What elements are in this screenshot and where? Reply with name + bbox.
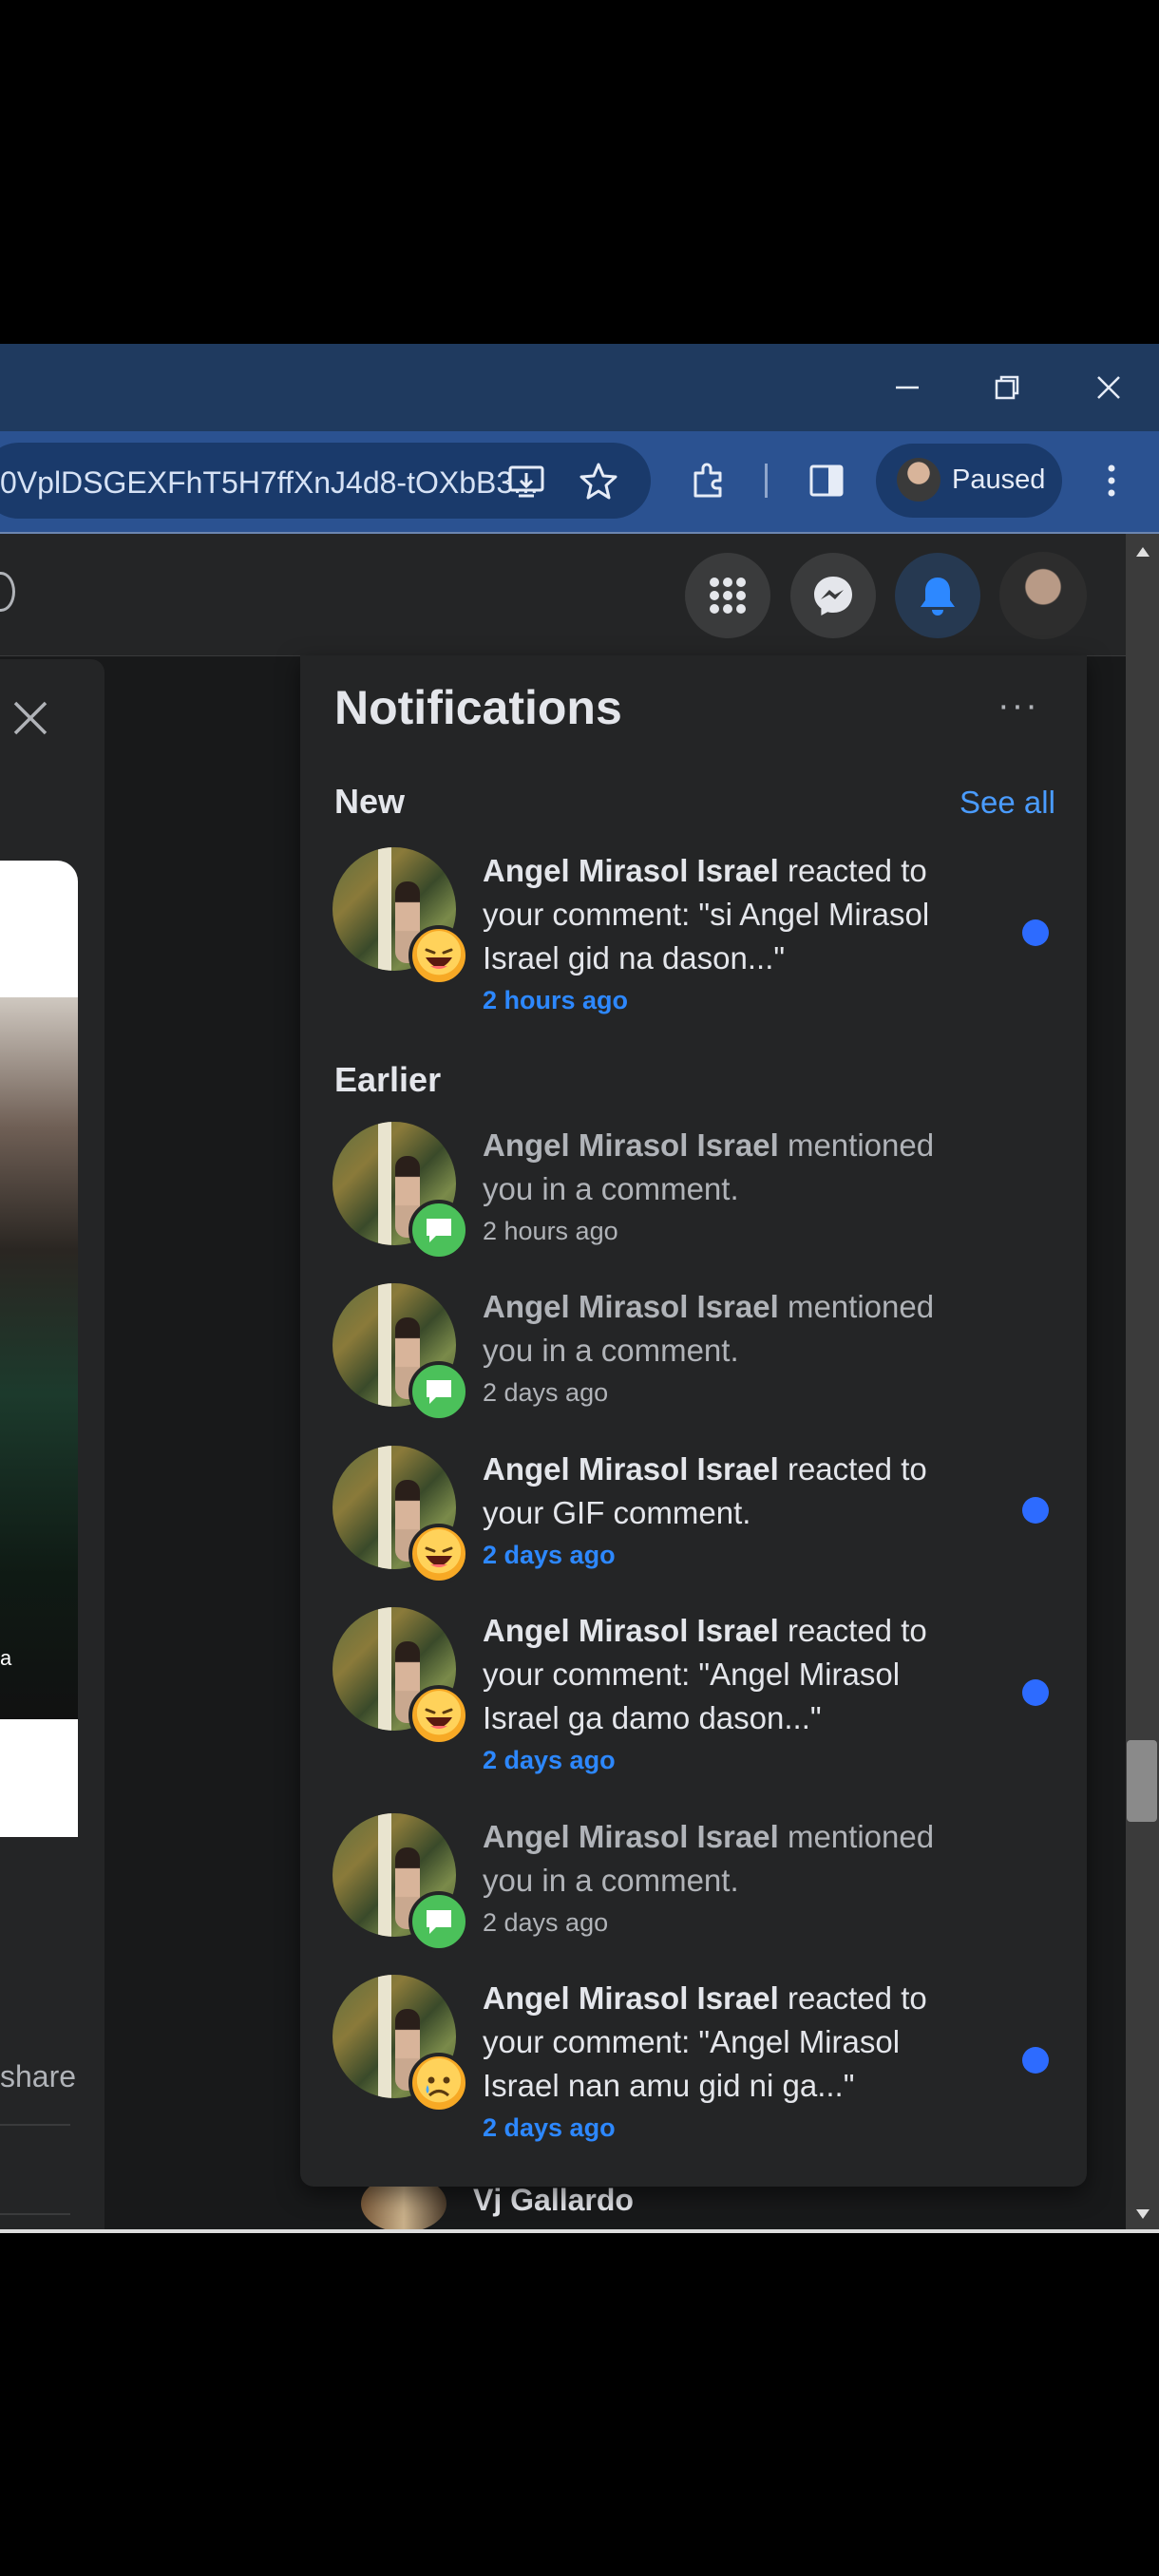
notification-text: Angel Mirasol Israel reacted to your com… [483, 1977, 977, 2148]
minimize-icon[interactable] [874, 344, 940, 431]
notification-text: Angel Mirasol Israel mentioned you in a … [483, 1124, 977, 1251]
notification-time: 2 hours ago [483, 986, 629, 1014]
contact-name[interactable]: Vj Gallardo [473, 2183, 634, 2218]
notification-time: 2 days ago [483, 1541, 616, 1569]
notification-item[interactable]: Angel Mirasol Israel mentioned you in a … [332, 1283, 1083, 1426]
notification-time: 2 days ago [483, 1746, 616, 1774]
search-icon[interactable] [0, 572, 15, 612]
notifications-button[interactable] [895, 553, 980, 638]
notification-item[interactable]: Angel Mirasol Israel reacted to your com… [332, 1607, 1083, 1788]
notification-actor: Angel Mirasol Israel [483, 1289, 779, 1324]
restore-icon[interactable] [974, 344, 1040, 431]
haha-reaction-icon [408, 1524, 469, 1584]
profile-status-label: Paused [952, 464, 1046, 495]
notification-item[interactable]: Angel Mirasol Israel reacted to your GIF… [332, 1446, 1083, 1588]
divider [0, 2124, 70, 2126]
notification-actor: Angel Mirasol Israel [483, 1451, 779, 1487]
notification-text: Angel Mirasol Israel reacted to your GIF… [483, 1448, 977, 1575]
close-window-icon[interactable] [1075, 344, 1142, 431]
bell-icon [921, 578, 955, 616]
notification-time: 2 days ago [483, 1908, 609, 1937]
url-text[interactable]: 0VplDSGEXFhT5H7ffXnJ4d8-tOXbB3... [0, 465, 539, 501]
notification-actor: Angel Mirasol Israel [483, 853, 779, 888]
install-app-icon[interactable] [505, 460, 547, 502]
profile-avatar [897, 458, 940, 502]
new-section-heading: New [334, 782, 406, 821]
unread-dot[interactable] [1022, 1497, 1049, 1524]
unread-dot[interactable] [1022, 2047, 1049, 2074]
notifications-title: Notifications [334, 681, 622, 734]
post-caption-fragment: a [0, 1646, 12, 1670]
notification-actor: Angel Mirasol Israel [483, 1613, 779, 1648]
notification-actor: Angel Mirasol Israel [483, 1980, 779, 2016]
page-scrollbar[interactable] [1126, 534, 1159, 2229]
unread-dot[interactable] [1022, 919, 1049, 946]
comment-badge-icon [408, 1361, 469, 1422]
toolbar-divider [765, 464, 768, 498]
notification-time: 2 days ago [483, 1378, 609, 1407]
messenger-icon [814, 577, 852, 616]
sad-reaction-icon [408, 2053, 469, 2113]
notification-time: 2 hours ago [483, 1217, 618, 1245]
notification-actor: Angel Mirasol Israel [483, 1819, 779, 1854]
earlier-section-heading: Earlier [334, 1060, 442, 1099]
divider [0, 2213, 70, 2215]
haha-reaction-icon [408, 1685, 469, 1746]
comment-badge-icon [408, 1891, 469, 1952]
scroll-up-arrow-icon[interactable] [1135, 545, 1150, 559]
more-options-icon[interactable]: ··· [998, 686, 1039, 727]
notification-text: Angel Mirasol Israel reacted to your com… [483, 1609, 977, 1780]
scrollbar-thumb[interactable] [1127, 1740, 1157, 1822]
notification-item[interactable]: Angel Mirasol Israel mentioned you in a … [332, 1813, 1083, 1956]
menu-grid-button[interactable] [685, 553, 770, 638]
close-icon[interactable] [10, 697, 51, 739]
notification-actor: Angel Mirasol Israel [483, 1127, 779, 1163]
notification-text: Angel Mirasol Israel mentioned you in a … [483, 1285, 977, 1412]
notification-item[interactable]: Angel Mirasol Israel reacted to your com… [332, 1975, 1083, 2155]
notification-text: Angel Mirasol Israel mentioned you in a … [483, 1815, 977, 1942]
share-label[interactable]: share [0, 2059, 76, 2094]
notification-item[interactable]: Angel Mirasol Israel mentioned you in a … [332, 1122, 1083, 1264]
grid-icon [710, 578, 746, 614]
haha-reaction-icon [408, 925, 469, 986]
messenger-button[interactable] [790, 553, 876, 638]
screen-bottom-edge [0, 2229, 1159, 2233]
comment-badge-icon [408, 1200, 469, 1260]
notification-item[interactable]: Angel Mirasol Israel reacted to your com… [332, 847, 1083, 1014]
notification-time: 2 days ago [483, 2113, 616, 2142]
scroll-down-arrow-icon[interactable] [1135, 2207, 1150, 2221]
side-panel-icon[interactable] [806, 460, 847, 502]
notification-text: Angel Mirasol Israel reacted to your com… [483, 849, 977, 1020]
browser-titlebar [0, 344, 1159, 431]
unread-dot[interactable] [1022, 1679, 1049, 1706]
account-avatar[interactable] [999, 552, 1087, 639]
browser-menu-icon[interactable] [1092, 460, 1130, 502]
extensions-icon[interactable] [688, 460, 730, 502]
post-photo[interactable] [0, 997, 78, 1719]
bookmark-star-icon[interactable] [578, 460, 619, 502]
see-all-link[interactable]: See all [960, 785, 1055, 821]
